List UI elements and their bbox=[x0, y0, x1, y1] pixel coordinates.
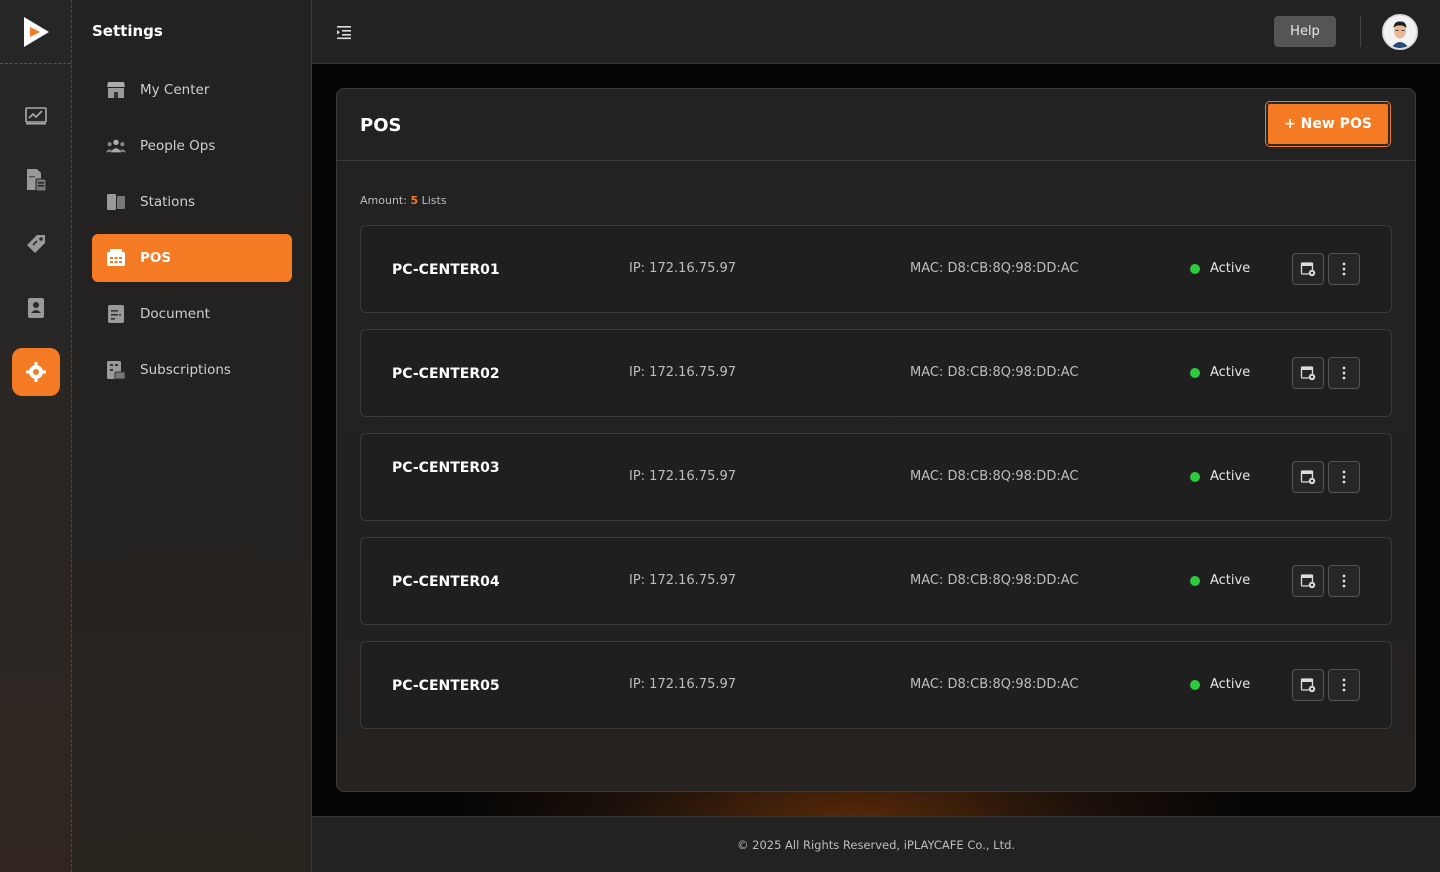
page-title: POS bbox=[360, 115, 402, 136]
pos-row[interactable]: PC-CENTER04 IP: 172.16.75.97 MAC: D8:CB:… bbox=[360, 537, 1392, 625]
menu-item-stations[interactable]: Stations bbox=[92, 178, 292, 226]
pos-mac: MAC: D8:CB:8Q:98:DD:AC bbox=[910, 365, 1079, 380]
footer: © 2025 All Rights Reserved, iPLAYCAFE Co… bbox=[312, 816, 1440, 872]
amount-count: 5 bbox=[410, 194, 419, 207]
status-dot bbox=[1190, 679, 1200, 690]
more-vertical-icon bbox=[1342, 470, 1346, 484]
pos-icon bbox=[106, 248, 126, 268]
status-text: Active bbox=[1210, 677, 1251, 692]
subscription-icon bbox=[106, 360, 126, 380]
status-badge: Active bbox=[1190, 573, 1250, 588]
pos-ip: IP: 172.16.75.97 bbox=[629, 261, 737, 276]
chart-icon[interactable] bbox=[12, 92, 60, 140]
status-text: Active bbox=[1210, 469, 1251, 484]
pos-row[interactable]: PC-CENTER01 IP: 172.16.75.97 MAC: D8:CB:… bbox=[360, 225, 1392, 313]
pos-mac: MAC: D8:CB:8Q:98:DD:AC bbox=[910, 469, 1079, 484]
pos-name: PC-CENTER04 bbox=[392, 574, 500, 590]
pos-name: PC-CENTER03 bbox=[392, 460, 500, 476]
more-options-button[interactable] bbox=[1328, 357, 1360, 389]
pos-row[interactable]: PC-CENTER03 IP: 172.16.75.97 MAC: D8:CB:… bbox=[360, 433, 1392, 521]
menu-label: Stations bbox=[140, 194, 196, 210]
copyright-text: © 2025 All Rights Reserved, iPLAYCAFE Co… bbox=[736, 837, 1016, 852]
icon-rail bbox=[0, 0, 72, 872]
pos-ip: IP: 172.16.75.97 bbox=[629, 573, 737, 588]
more-vertical-icon bbox=[1342, 678, 1346, 692]
status-text: Active bbox=[1210, 365, 1251, 380]
amount-summary: Amount: 5 Lists bbox=[360, 194, 447, 207]
more-vertical-icon bbox=[1342, 366, 1346, 380]
top-bar: Help bbox=[312, 0, 1440, 64]
pos-row[interactable]: PC-CENTER05 IP: 172.16.75.97 MAC: D8:CB:… bbox=[360, 641, 1392, 729]
more-vertical-icon bbox=[1342, 262, 1346, 276]
status-text: Active bbox=[1210, 573, 1251, 588]
pos-row[interactable]: PC-CENTER02 IP: 172.16.75.97 MAC: D8:CB:… bbox=[360, 329, 1392, 417]
pos-ip: IP: 172.16.75.97 bbox=[629, 365, 737, 380]
pos-ip: IP: 172.16.75.97 bbox=[629, 677, 737, 692]
pos-name: PC-CENTER02 bbox=[392, 366, 500, 382]
menu-label: POS bbox=[140, 250, 172, 266]
play-logo-icon[interactable] bbox=[0, 0, 71, 64]
card-header: POS + New POS bbox=[337, 89, 1415, 161]
menu-item-people-ops[interactable]: People Ops bbox=[92, 122, 292, 170]
status-badge: Active bbox=[1190, 365, 1250, 380]
settings-window-button[interactable] bbox=[1292, 461, 1324, 493]
report-icon[interactable] bbox=[12, 156, 60, 204]
tag-icon[interactable] bbox=[12, 220, 60, 268]
status-dot bbox=[1190, 575, 1200, 586]
help-button[interactable]: Help bbox=[1274, 16, 1336, 47]
amount-unit: Lists bbox=[421, 194, 447, 207]
people-icon bbox=[106, 136, 126, 156]
pos-mac: MAC: D8:CB:8Q:98:DD:AC bbox=[910, 573, 1079, 588]
window-settings-icon bbox=[1300, 678, 1316, 693]
more-options-button[interactable] bbox=[1328, 565, 1360, 597]
menu-item-my-center[interactable]: My Center bbox=[92, 66, 292, 114]
settings-window-button[interactable] bbox=[1292, 357, 1324, 389]
more-options-button[interactable] bbox=[1328, 253, 1360, 285]
menu-label: Document bbox=[140, 306, 210, 322]
collapse-menu-icon[interactable] bbox=[336, 24, 352, 40]
pos-name: PC-CENTER05 bbox=[392, 678, 500, 694]
station-icon bbox=[106, 192, 126, 212]
status-dot bbox=[1190, 471, 1200, 482]
panel-title: Settings bbox=[92, 22, 163, 40]
status-badge: Active bbox=[1190, 469, 1250, 484]
status-text: Active bbox=[1210, 261, 1251, 276]
pos-card: POS + New POS Amount: 5 Lists PC-CENTER0… bbox=[336, 88, 1416, 792]
menu-label: Subscriptions bbox=[140, 362, 231, 378]
window-settings-icon bbox=[1300, 366, 1316, 381]
gear-icon[interactable] bbox=[12, 348, 60, 396]
topbar-divider bbox=[1360, 16, 1361, 47]
document-icon bbox=[106, 304, 126, 324]
menu-label: People Ops bbox=[140, 138, 216, 154]
menu-item-document[interactable]: Document bbox=[92, 290, 292, 338]
status-dot bbox=[1190, 263, 1200, 274]
contact-icon[interactable] bbox=[12, 284, 60, 332]
pos-mac: MAC: D8:CB:8Q:98:DD:AC bbox=[910, 261, 1079, 276]
amount-label: Amount: bbox=[360, 194, 407, 207]
more-options-button[interactable] bbox=[1328, 461, 1360, 493]
pos-ip: IP: 172.16.75.97 bbox=[629, 469, 737, 484]
settings-window-button[interactable] bbox=[1292, 253, 1324, 285]
status-badge: Active bbox=[1190, 677, 1250, 692]
status-badge: Active bbox=[1190, 261, 1250, 276]
avatar[interactable] bbox=[1382, 14, 1418, 50]
settings-window-button[interactable] bbox=[1292, 669, 1324, 701]
settings-window-button[interactable] bbox=[1292, 565, 1324, 597]
settings-panel: Settings My Center People Ops Stations P… bbox=[72, 0, 312, 872]
menu-item-subscriptions[interactable]: Subscriptions bbox=[92, 346, 292, 394]
menu-item-pos[interactable]: POS bbox=[92, 234, 292, 282]
more-vertical-icon bbox=[1342, 574, 1346, 588]
new-pos-button[interactable]: + New POS bbox=[1265, 101, 1391, 147]
pos-name: PC-CENTER01 bbox=[392, 262, 500, 278]
window-settings-icon bbox=[1300, 262, 1316, 277]
status-dot bbox=[1190, 367, 1200, 378]
window-settings-icon bbox=[1300, 470, 1316, 485]
store-icon bbox=[106, 80, 126, 100]
pos-mac: MAC: D8:CB:8Q:98:DD:AC bbox=[910, 677, 1079, 692]
more-options-button[interactable] bbox=[1328, 669, 1360, 701]
window-settings-icon bbox=[1300, 574, 1316, 589]
menu-label: My Center bbox=[140, 82, 210, 98]
